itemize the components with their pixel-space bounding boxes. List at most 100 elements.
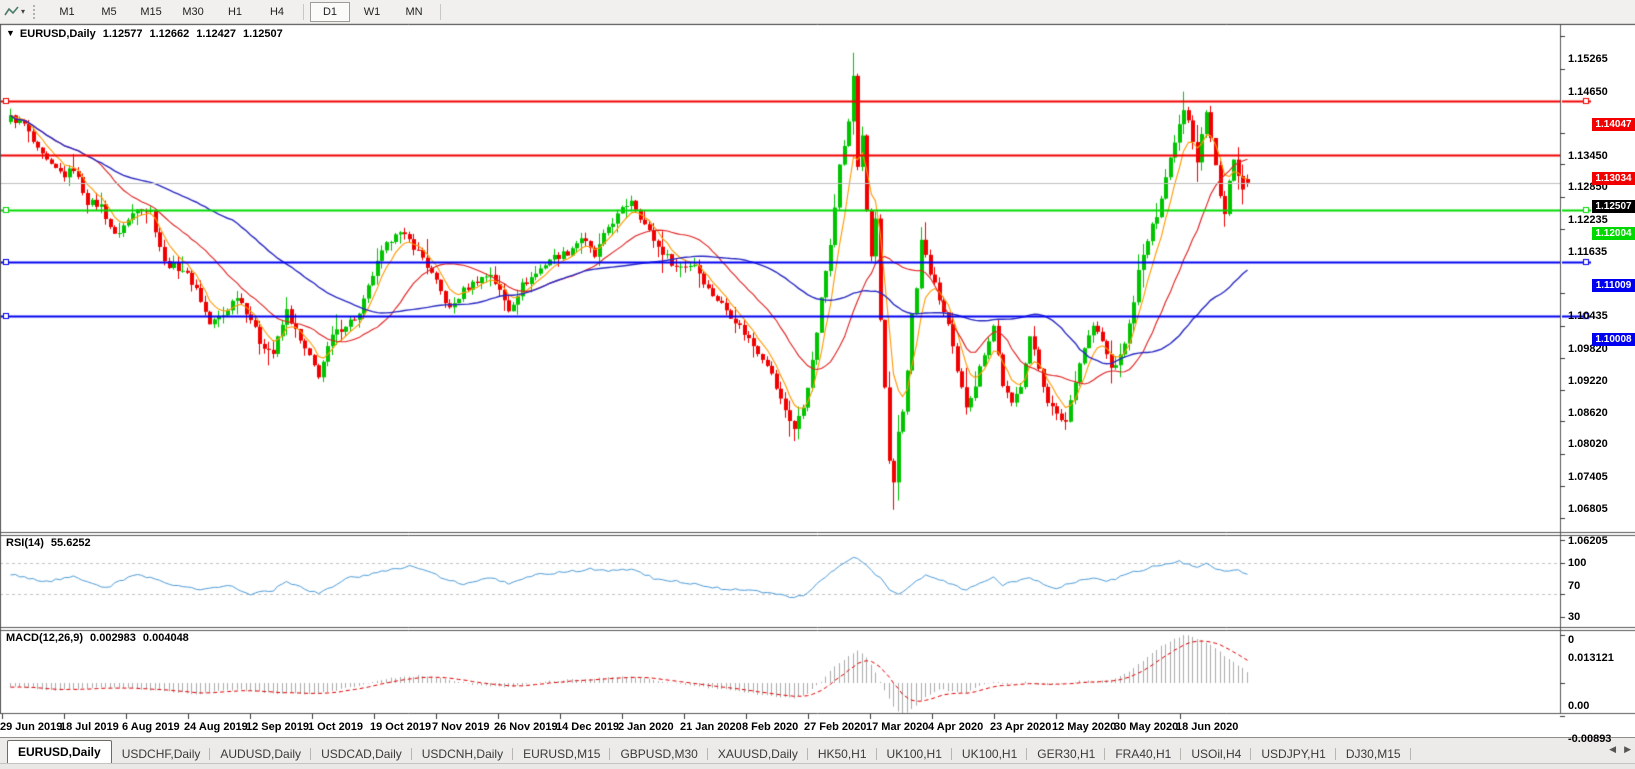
chart-tab-usoil-h4[interactable]: USOil,H4 [1181,744,1252,764]
date-axis-label: 18 Jun 2020 [1176,721,1239,733]
price-axis-tick-label: 1.13450 [1568,149,1608,162]
chart-window: ▼ EURUSD,Daily 1.12577 1.12662 1.12427 1.1250… [0,24,1635,745]
macd-axis-tick-label: 0.00 [1568,700,1590,712]
macd-indicator-label: MACD(12,26,9) 0.002983 0.004048 [6,632,189,644]
toolbar: ▾ M1 M5 M15 M30 H1 H4 D1 W1 MN [0,0,1635,24]
date-axis-label: 1 Oct 2019 [308,721,364,733]
metatrader-window: ▾ M1 M5 M15 M30 H1 H4 D1 W1 MN ▼ EURUSD,Daily 1.12… [0,0,1635,769]
price-axis-tick-label: 1.07405 [1568,471,1608,484]
rsi-value: 55.6252 [50,537,91,549]
timeframe-button-m1[interactable]: M1 [47,2,87,22]
chart-title: ▼ EURUSD,Daily 1.12577 1.12662 1.12427 1.1250… [6,28,283,40]
rsi-indicator-label: RSI(14) 55.6252 [6,537,91,549]
bid-price-badge: 1.12507 [1592,199,1635,213]
date-axis-label: 29 Jun 2019 [0,721,63,733]
price-axis-tick-label: 1.08020 [1568,438,1608,451]
price-axis-tick-label: 1.06805 [1568,503,1608,516]
date-axis-label: 24 Aug 2019 [184,721,248,733]
macd-signal-value: 0.004048 [142,632,189,644]
rsi-axis-tick-label: 0 [1568,634,1575,646]
window-bottom-strip [0,763,1635,769]
date-axis-label: 19 Oct 2019 [370,721,432,733]
price-axis-tick-label: 1.10435 [1568,309,1608,322]
date-axis-label: 26 Nov 2019 [494,721,558,733]
date-axis-label: 7 Nov 2019 [432,721,490,733]
line-tool-icon [4,6,19,16]
tab-scroll-arrows: ◀ ▶ [1609,744,1631,755]
price-axis-tick-label: 1.15265 [1568,53,1608,66]
dropdown-caret-icon[interactable]: ▾ [21,7,25,16]
date-axis-label: 18 Jul 2019 [60,721,119,733]
chart-tab-uk100-h1[interactable]: UK100,H1 [952,744,1028,764]
date-axis-label: 12 May 2020 [1052,721,1117,733]
chart-tab-audusd-daily[interactable]: AUDUSD,Daily [210,744,311,764]
ohlc-open: 1.12577 [102,28,143,40]
rsi-name: RSI(14) [6,537,44,549]
chart-tab-eurusd-daily[interactable]: EURUSD,Daily [7,740,112,764]
date-axis-label: 2 Jan 2020 [618,721,674,733]
toolbar-separator [303,3,305,20]
chart-tab-gbpusd-m30[interactable]: GBPUSD,M30 [610,744,709,764]
price-axis-tick-label: 1.12235 [1568,214,1608,227]
macd-axis-tick-label: 0.013121 [1568,652,1614,664]
timeframe-button-m30[interactable]: M30 [173,2,213,22]
date-axis-label: 14 Dec 2019 [556,721,619,733]
date-axis-label: 23 Apr 2020 [990,721,1052,733]
timeframe-button-h4[interactable]: H4 [257,2,297,22]
date-axis-label: 17 Mar 2020 [866,721,929,733]
tab-scroll-right-icon[interactable]: ▶ [1624,744,1631,755]
rsi-axis-tick-label: 100 [1568,557,1587,569]
price-axis-tick-label: 1.08620 [1568,406,1608,419]
timeframe-button-m15[interactable]: M15 [131,2,171,22]
date-axis-label: 21 Jan 2020 [680,721,742,733]
date-axis-label: 8 Feb 2020 [742,721,799,733]
chart-tab-fra40-h1[interactable]: FRA40,H1 [1105,744,1182,764]
price-line-badge: 1.12004 [1592,226,1635,240]
rsi-axis-tick-label: 30 [1568,610,1581,623]
ohlc-close: 1.12507 [243,28,283,40]
date-axis-label: 4 Apr 2020 [928,721,984,733]
timeframe-button-d1[interactable]: D1 [310,1,351,22]
date-axis-label: 27 Feb 2020 [804,721,867,733]
price-axis-tick-label: 1.09220 [1568,374,1608,387]
timeframe-button-mn[interactable]: MN [394,2,434,22]
chart-tab-uk100-h1[interactable]: UK100,H1 [877,744,953,764]
macd-name: MACD(12,26,9) [6,632,84,644]
chart-tab-usdcnh-daily[interactable]: USDCNH,Daily [412,744,514,764]
toolbar-separator [440,3,442,20]
timeframe-button-h1[interactable]: H1 [215,2,255,22]
chart-tab-usdcad-daily[interactable]: USDCAD,Daily [311,744,412,764]
chart-tab-ger30-h1[interactable]: GER30,H1 [1027,744,1106,764]
price-line-badge: 1.14047 [1592,117,1635,131]
macd-main-value: 0.002983 [90,632,136,644]
chart-tab-eurusd-m15[interactable]: EURUSD,M15 [513,744,611,764]
date-axis-label: 30 May 2020 [1114,721,1179,733]
price-axis-tick-label: 1.06205 [1568,535,1608,547]
chart-tab-bar: EURUSD,Daily USDCHF,Daily AUDUSD,Daily USDC… [0,737,1635,764]
toolbar-grip[interactable] [33,4,38,19]
timeframe-button-group: M1 M5 M15 M30 H1 H4 D1 W1 MN [46,1,446,22]
date-axis-label: 6 Aug 2019 [122,721,180,733]
macd-axis-tick-label: -0.00893 [1568,732,1612,745]
price-line-badge: 1.10008 [1592,332,1635,346]
date-axis-label: 12 Sep 2019 [246,721,309,733]
chart-symbol-label: EURUSD,Daily [19,28,96,40]
chart-tab-usdchf-daily[interactable]: USDCHF,Daily [112,744,211,764]
price-line-badge: 1.11009 [1592,279,1635,293]
chart-tab-xauusd-daily[interactable]: XAUUSD,Daily [708,744,808,764]
tab-scroll-left-icon[interactable]: ◀ [1609,744,1616,755]
chart-tab-dj30-m15[interactable]: DJ30,M15 [1336,744,1411,764]
chart-tab-usdjpy-h1[interactable]: USDJPY,H1 [1251,744,1337,764]
ohlc-high: 1.12662 [149,28,190,40]
timeframe-button-w1[interactable]: W1 [352,2,392,22]
price-axis-tick-label: 1.11635 [1568,246,1608,259]
chart-canvas[interactable] [0,24,1635,736]
timeframe-button-m5[interactable]: M5 [89,2,129,22]
chart-tab-hk50-h1[interactable]: HK50,H1 [808,744,877,764]
ohlc-low: 1.12427 [196,28,237,40]
price-line-badge: 1.13034 [1592,171,1635,185]
rsi-axis-tick-label: 70 [1568,580,1581,593]
collapse-caret-icon[interactable]: ▼ [6,28,15,38]
line-tool-button[interactable]: ▾ [0,2,29,22]
price-axis-tick-label: 1.14650 [1568,85,1608,98]
